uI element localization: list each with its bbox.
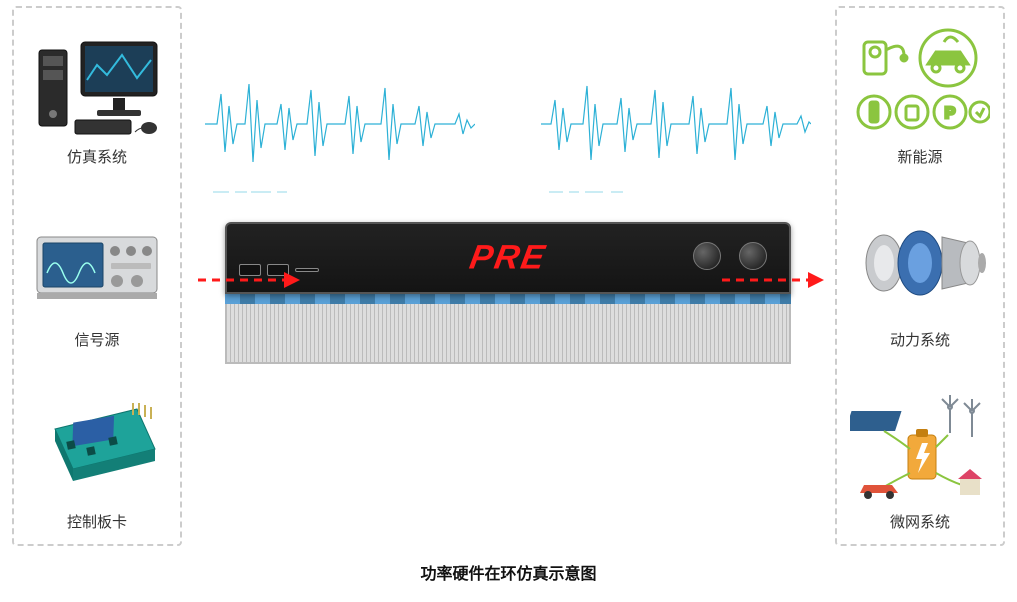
phil-diagram: 仿真系统 信号源: [10, 6, 1007, 548]
label-power-system: 动力系统: [890, 329, 950, 350]
signal-source-icon: [27, 203, 167, 323]
power-system-icon: [850, 203, 990, 323]
item-new-energy: P 新能源: [845, 20, 995, 167]
control-board-icon: [27, 385, 167, 505]
item-control-board: 控制板卡: [22, 385, 172, 532]
item-microgrid-system: 微网系统: [845, 385, 995, 532]
device-brand: PRE: [467, 239, 550, 278]
new-energy-icon: P: [850, 20, 990, 140]
device: PRE: [225, 222, 791, 364]
item-simulation-system: 仿真系统: [22, 20, 172, 167]
device-front-panel: PRE: [225, 222, 791, 294]
right-column: P 新能源: [835, 6, 1005, 546]
label-signal-source: 信号源: [74, 329, 119, 350]
arrow-left-icon: [198, 268, 300, 292]
waveform-left-icon: [205, 34, 475, 214]
waveforms: [205, 34, 811, 214]
device-vent-bar: [225, 294, 791, 304]
label-microgrid-system: 微网系统: [890, 511, 950, 532]
knob-icon: [693, 242, 721, 270]
microgrid-system-icon: [850, 385, 990, 505]
label-simulation-system: 仿真系统: [67, 146, 127, 167]
knob-icon: [739, 242, 767, 270]
item-power-system: 动力系统: [845, 203, 995, 350]
arrow-right-icon: [722, 268, 824, 292]
diagram-caption: 功率硬件在环仿真示意图: [0, 560, 1017, 584]
label-new-energy: 新能源: [897, 146, 942, 167]
waveform-right-icon: [541, 34, 811, 214]
device-grille: [225, 304, 791, 364]
device-knobs: [693, 242, 767, 270]
svg-text:P: P: [945, 105, 956, 122]
simulation-system-icon: [27, 20, 167, 140]
left-column: 仿真系统 信号源: [12, 6, 182, 546]
label-control-board: 控制板卡: [67, 511, 127, 532]
item-signal-source: 信号源: [22, 203, 172, 350]
